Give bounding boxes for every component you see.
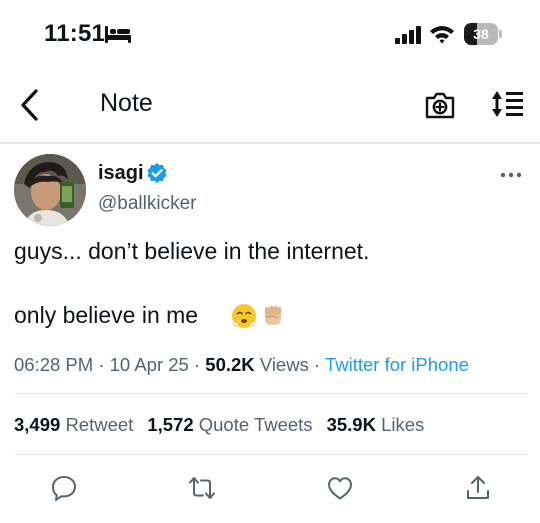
- like-icon[interactable]: [326, 474, 354, 502]
- tweet-source-link[interactable]: Twitter for iPhone: [325, 354, 469, 375]
- tweet-meta: 06:28 PM · 10 Apr 25 · 50.2K Views · Twi…: [14, 354, 469, 375]
- likes-stat[interactable]: 35.9K Likes: [327, 414, 425, 435]
- views-count: 50.2K: [205, 354, 255, 375]
- raised-fist-emoji: [265, 306, 282, 325]
- status-time: 11:51: [44, 20, 106, 47]
- tweet-stats: 3,499 Retweet 1,572 Quote Tweets 35.9K Lik…: [14, 414, 424, 436]
- retweets-count: 3,499: [14, 414, 61, 435]
- sleep-bed-icon: [105, 26, 131, 43]
- retweets-stat[interactable]: 3,499 Retweet: [14, 414, 133, 435]
- quotes-label: Quote Tweets: [198, 414, 313, 435]
- divider: [14, 393, 526, 394]
- battery-indicator: 38: [464, 23, 502, 45]
- status-bar: 11:51 38: [0, 0, 540, 70]
- views-label: Views: [259, 354, 309, 375]
- face-with-steam-emoji: [232, 304, 256, 328]
- cellular-signal-icon: [395, 26, 421, 44]
- more-options-icon[interactable]: [500, 170, 522, 180]
- verified-badge-icon: [147, 163, 167, 183]
- tweet-date: 10 Apr 25: [109, 354, 189, 375]
- camera-icon[interactable]: [424, 90, 456, 120]
- sort-icon[interactable]: [490, 90, 524, 118]
- share-icon[interactable]: [464, 474, 492, 502]
- retweets-label: Retweet: [65, 414, 134, 435]
- quotes-stat[interactable]: 1,572 Quote Tweets: [147, 414, 312, 435]
- page-title: Note: [100, 89, 153, 117]
- reply-icon[interactable]: [50, 474, 78, 502]
- nav-divider: [0, 142, 540, 144]
- tweet-text-line-1: guys... don’t believe in the internet.: [14, 238, 370, 264]
- retweet-icon[interactable]: [188, 474, 216, 502]
- likes-label: Likes: [381, 414, 425, 435]
- user-handle[interactable]: @ballkicker: [98, 193, 196, 215]
- quotes-count: 1,572: [147, 414, 194, 435]
- avatar[interactable]: [14, 154, 86, 226]
- back-icon[interactable]: [18, 88, 42, 122]
- tweet-time: 06:28 PM: [14, 354, 94, 375]
- battery-level: 38: [473, 26, 489, 42]
- nav-bar: Note: [0, 74, 540, 136]
- avatar-photo-icon: [14, 154, 86, 226]
- likes-count: 35.9K: [326, 414, 376, 435]
- display-name[interactable]: isagi: [98, 162, 144, 185]
- tweet-text-line-2: only believe in me: [14, 302, 199, 328]
- wifi-icon: [430, 26, 454, 44]
- divider: [14, 454, 526, 455]
